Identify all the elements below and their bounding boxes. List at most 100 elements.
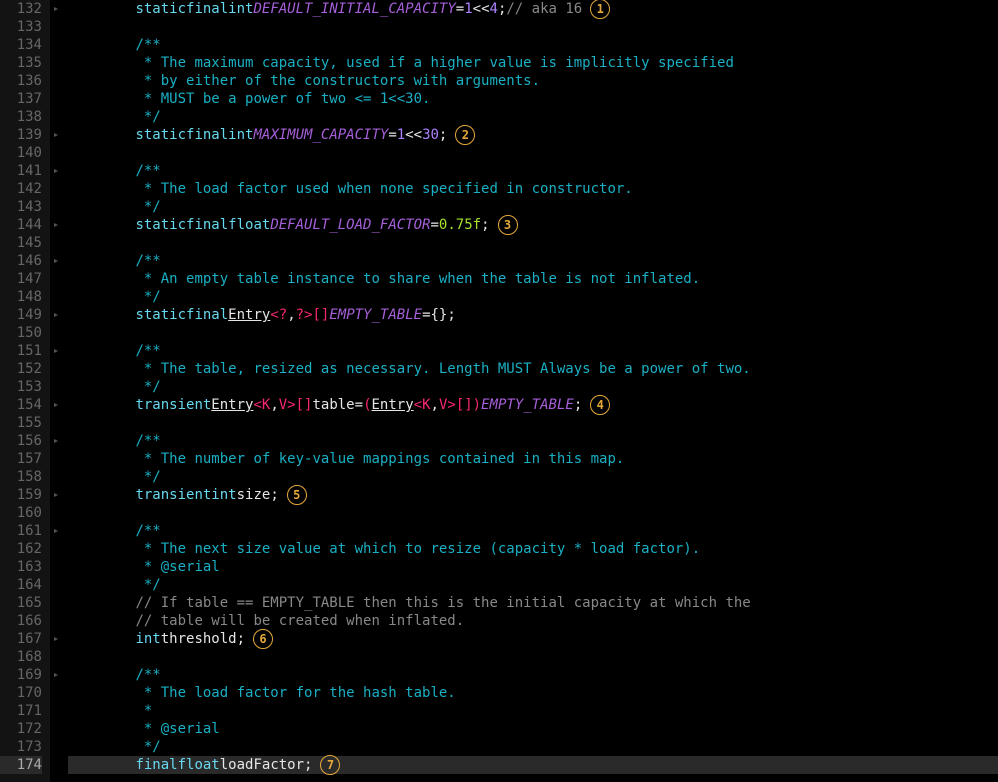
code-line[interactable]: * The load factor for the hash table. — [68, 684, 998, 702]
fold-toggle-icon[interactable] — [53, 6, 59, 12]
code-line[interactable]: */ — [68, 288, 998, 306]
fold-toggle-icon[interactable] — [53, 402, 59, 408]
line-number[interactable]: 166 — [0, 612, 42, 630]
line-number[interactable]: 170 — [0, 684, 42, 702]
code-line[interactable]: * MUST be a power of two <= 1<<30. — [68, 90, 998, 108]
code-line[interactable]: // table will be created when inflated. — [68, 612, 998, 630]
line-number[interactable]: 146 — [0, 252, 42, 270]
line-number[interactable]: 173 — [0, 738, 42, 756]
line-number[interactable]: 141 — [0, 162, 42, 180]
code-line[interactable]: /** — [68, 162, 998, 180]
code-line[interactable] — [68, 414, 998, 432]
fold-toggle-icon[interactable] — [53, 348, 59, 354]
code-line[interactable]: // If table == EMPTY_TABLE then this is … — [68, 594, 998, 612]
line-number[interactable]: 153 — [0, 378, 42, 396]
line-number[interactable]: 164 — [0, 576, 42, 594]
code-editor[interactable]: 1321331341351361371381391401411421431441… — [0, 0, 998, 782]
code-line[interactable] — [68, 234, 998, 252]
code-line[interactable] — [68, 144, 998, 162]
line-number[interactable]: 144 — [0, 216, 42, 234]
line-number[interactable]: 137 — [0, 90, 42, 108]
line-number[interactable]: 145 — [0, 234, 42, 252]
line-number[interactable]: 158 — [0, 468, 42, 486]
code-line[interactable]: */ — [68, 576, 998, 594]
line-number[interactable]: 157 — [0, 450, 42, 468]
code-line[interactable]: * An empty table instance to share when … — [68, 270, 998, 288]
code-line[interactable]: * — [68, 702, 998, 720]
fold-toggle-icon[interactable] — [53, 636, 59, 642]
fold-toggle-icon[interactable] — [53, 528, 59, 534]
fold-toggle-icon[interactable] — [53, 672, 59, 678]
fold-toggle-icon[interactable] — [53, 258, 59, 264]
line-number[interactable]: 172 — [0, 720, 42, 738]
line-number[interactable]: 147 — [0, 270, 42, 288]
line-number[interactable]: 140 — [0, 144, 42, 162]
code-line[interactable]: /** — [68, 342, 998, 360]
code-line[interactable]: static final int DEFAULT_INITIAL_CAPACIT… — [68, 0, 998, 18]
line-number[interactable]: 154 — [0, 396, 42, 414]
code-line[interactable]: */ — [68, 378, 998, 396]
code-line[interactable]: */ — [68, 108, 998, 126]
line-number[interactable]: 156 — [0, 432, 42, 450]
code-line[interactable]: * The maximum capacity, used if a higher… — [68, 54, 998, 72]
code-line[interactable]: int threshold; 6 — [68, 630, 998, 648]
fold-toggle-icon[interactable] — [53, 222, 59, 228]
code-line[interactable]: /** — [68, 252, 998, 270]
fold-toggle-icon[interactable] — [53, 438, 59, 444]
code-line[interactable]: * @serial — [68, 720, 998, 738]
code-line[interactable]: * The table, resized as necessary. Lengt… — [68, 360, 998, 378]
fold-toggle-icon[interactable] — [53, 168, 59, 174]
line-number[interactable]: 167 — [0, 630, 42, 648]
line-number[interactable]: 139 — [0, 126, 42, 144]
line-number[interactable]: 150 — [0, 324, 42, 342]
code-line[interactable] — [68, 504, 998, 522]
code-line[interactable]: transient Entry<K,V>[] table = (Entry<K,… — [68, 396, 998, 414]
line-number[interactable]: 161 — [0, 522, 42, 540]
code-line[interactable] — [68, 18, 998, 36]
code-line[interactable]: * The number of key-value mappings conta… — [68, 450, 998, 468]
line-number[interactable]: 148 — [0, 288, 42, 306]
code-line[interactable]: * @serial — [68, 558, 998, 576]
code-line[interactable]: * The load factor used when none specifi… — [68, 180, 998, 198]
line-number[interactable]: 134 — [0, 36, 42, 54]
line-number[interactable]: 135 — [0, 54, 42, 72]
line-number[interactable]: 171 — [0, 702, 42, 720]
fold-toggle-icon[interactable] — [53, 312, 59, 318]
line-number[interactable]: 168 — [0, 648, 42, 666]
code-line[interactable]: /** — [68, 666, 998, 684]
line-number[interactable]: 155 — [0, 414, 42, 432]
code-line[interactable]: /** — [68, 36, 998, 54]
code-line[interactable]: */ — [68, 738, 998, 756]
line-number[interactable]: 174 — [0, 756, 42, 774]
line-number[interactable]: 159 — [0, 486, 42, 504]
line-number[interactable]: 143 — [0, 198, 42, 216]
line-number[interactable]: 165 — [0, 594, 42, 612]
line-number[interactable]: 169 — [0, 666, 42, 684]
line-number[interactable]: 136 — [0, 72, 42, 90]
code-line[interactable]: static final int MAXIMUM_CAPACITY = 1 <<… — [68, 126, 998, 144]
line-number[interactable]: 160 — [0, 504, 42, 522]
code-line[interactable]: */ — [68, 468, 998, 486]
line-number-gutter[interactable]: 1321331341351361371381391401411421431441… — [0, 0, 50, 782]
line-number[interactable]: 138 — [0, 108, 42, 126]
code-line[interactable] — [68, 648, 998, 666]
fold-toggle-icon[interactable] — [53, 492, 59, 498]
code-area[interactable]: static final int DEFAULT_INITIAL_CAPACIT… — [62, 0, 998, 782]
line-number[interactable]: 151 — [0, 342, 42, 360]
code-line[interactable]: * by either of the constructors with arg… — [68, 72, 998, 90]
code-line[interactable]: * The next size value at which to resize… — [68, 540, 998, 558]
line-number[interactable]: 133 — [0, 18, 42, 36]
fold-bar[interactable] — [50, 0, 62, 782]
line-number[interactable]: 163 — [0, 558, 42, 576]
code-line[interactable]: /** — [68, 432, 998, 450]
code-line[interactable]: /** — [68, 522, 998, 540]
code-line[interactable]: static final float DEFAULT_LOAD_FACTOR =… — [68, 216, 998, 234]
code-line[interactable]: static final Entry<?,?>[] EMPTY_TABLE = … — [68, 306, 998, 324]
line-number[interactable]: 142 — [0, 180, 42, 198]
line-number[interactable]: 132 — [0, 0, 42, 18]
code-line[interactable]: transient int size; 5 — [68, 486, 998, 504]
code-line[interactable] — [68, 324, 998, 342]
line-number[interactable]: 149 — [0, 306, 42, 324]
line-number[interactable]: 162 — [0, 540, 42, 558]
code-line[interactable]: */ — [68, 198, 998, 216]
